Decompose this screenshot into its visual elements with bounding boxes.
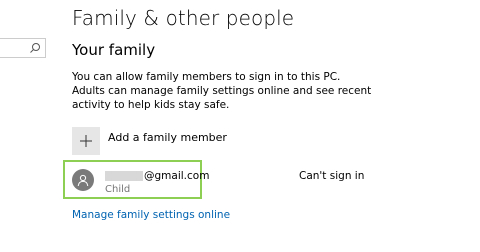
member-email-domain: @gmail.com bbox=[144, 170, 210, 182]
settings-page: Family & other people Your family You ca… bbox=[0, 0, 480, 252]
section-heading-your-family: Your family bbox=[72, 41, 156, 59]
add-family-member-button[interactable]: Add a family member bbox=[72, 127, 227, 155]
plus-icon bbox=[72, 127, 100, 155]
cut-off-section-heading bbox=[72, 244, 146, 252]
family-description: You can allow family members to sign in … bbox=[72, 71, 372, 111]
member-sign-in-status: Can't sign in bbox=[299, 170, 365, 182]
member-email: @gmail.com bbox=[105, 170, 209, 182]
search-input[interactable] bbox=[0, 38, 46, 58]
member-role: Child bbox=[105, 184, 131, 195]
page-title: Family & other people bbox=[72, 6, 295, 30]
manage-family-settings-link[interactable]: Manage family settings online bbox=[72, 209, 230, 221]
user-icon bbox=[72, 169, 94, 191]
redacted-block bbox=[105, 171, 143, 181]
add-family-member-label: Add a family member bbox=[108, 130, 227, 144]
search-icon bbox=[30, 43, 40, 53]
family-member-item[interactable]: @gmail.com Child bbox=[63, 160, 209, 199]
